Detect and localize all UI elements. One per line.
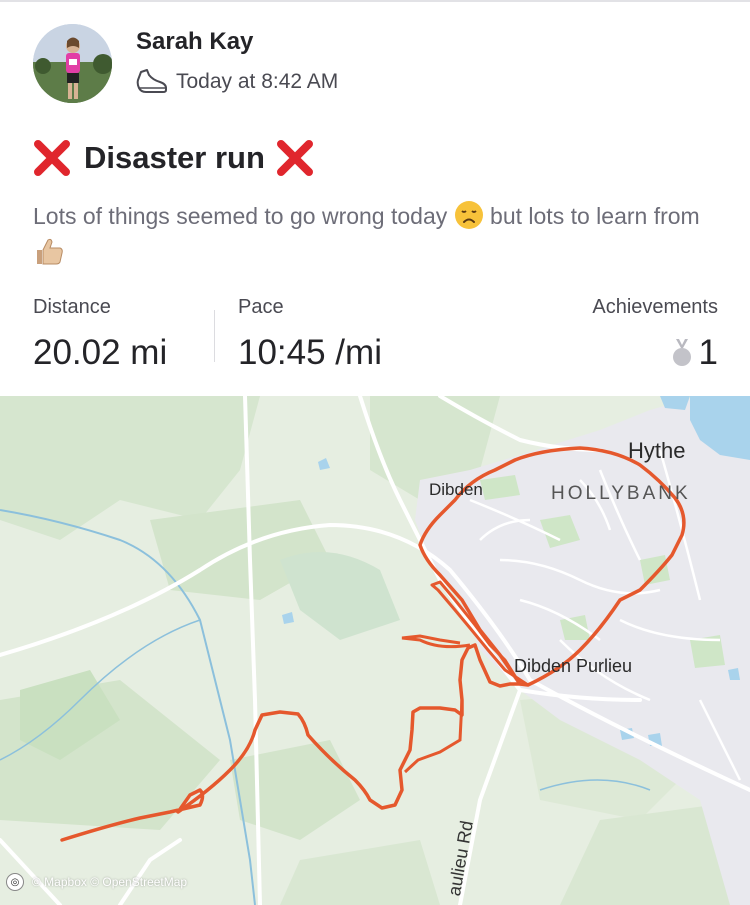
pace-stat: Pace 10:45 /mi <box>238 296 382 373</box>
achievements-stat[interactable]: Achievements 1 <box>592 296 718 373</box>
achievements-value-row: 1 <box>592 333 718 373</box>
map-label-dibden-purlieu: Dibden Purlieu <box>514 656 633 676</box>
medal-icon <box>672 339 691 366</box>
distance-stat: Distance 20.02 mi <box>33 296 167 373</box>
attribution-text: © Mapbox © OpenStreetMap <box>32 875 188 889</box>
map-label-hollybank: HOLLYBANK <box>551 483 691 504</box>
athlete-name[interactable]: Sarah Kay <box>136 28 253 56</box>
map-canvas <box>0 396 750 905</box>
thumbs-up-emoji <box>37 238 63 265</box>
distance-value: 20.02 mi <box>33 333 168 372</box>
pace-value: 10:45 /mi <box>238 333 382 372</box>
running-shoe-icon <box>136 69 167 93</box>
map-label-hythe: Hythe <box>628 438 686 463</box>
description-text-1: Lots of things seemed to go wrong today <box>33 203 454 229</box>
athlete-avatar[interactable] <box>33 24 112 103</box>
activity-title[interactable]: Disaster run <box>32 138 315 178</box>
cross-mark-icon <box>276 140 313 176</box>
pace-label: Pace <box>238 296 284 318</box>
achievements-label: Achievements <box>592 296 718 318</box>
distance-label: Distance <box>33 296 111 318</box>
activity-meta: Today at 8:42 AM <box>136 66 338 98</box>
description-text-2: but lots to learn from <box>483 203 700 229</box>
activity-description: Lots of things seemed to go wrong today … <box>33 199 723 269</box>
cross-mark-icon <box>34 140 70 176</box>
card-top-border <box>0 0 750 2</box>
activity-title-text: Disaster run <box>84 140 265 175</box>
disappointed-face-emoji <box>454 201 483 229</box>
route-map[interactable]: Hythe Dibden HOLLYBANK Dibden Purlieu au… <box>0 396 750 905</box>
mapbox-logo-icon[interactable]: ◎ <box>6 873 24 891</box>
stat-divider <box>214 310 215 362</box>
achievements-count: 1 <box>698 333 718 372</box>
map-attribution[interactable]: ◎ © Mapbox © OpenStreetMap <box>6 873 187 891</box>
activity-timestamp: Today at 8:42 AM <box>176 70 339 93</box>
map-label-dibden: Dibden <box>429 480 483 499</box>
